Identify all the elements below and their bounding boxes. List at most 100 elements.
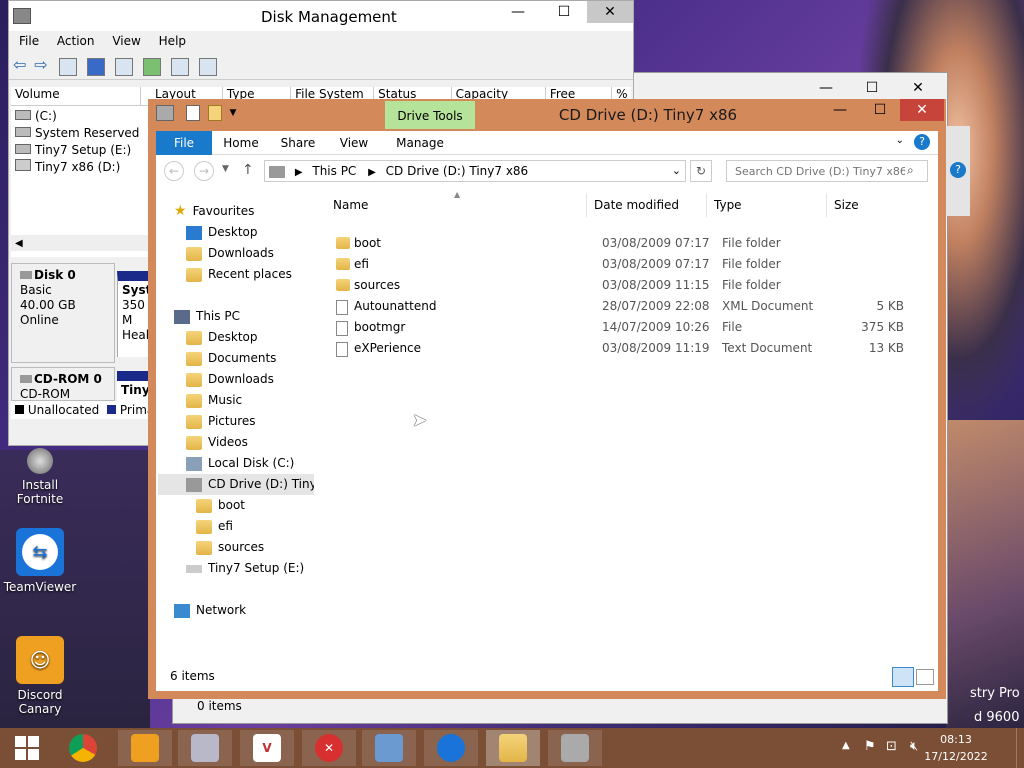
- tab-home[interactable]: Home: [212, 131, 270, 155]
- new-folder-icon[interactable]: [207, 105, 222, 121]
- taskbar-app-3[interactable]: [362, 730, 416, 766]
- taskbar-chrome[interactable]: [56, 730, 110, 766]
- breadcrumb-cd-drive[interactable]: CD Drive (D:) Tiny7 x86: [386, 164, 529, 178]
- file-row[interactable]: efi 03/08/2009 07:17 File folder: [332, 254, 912, 275]
- export-icon[interactable]: [198, 57, 217, 76]
- menu-view[interactable]: View: [112, 34, 140, 48]
- show-hidden-icons-icon[interactable]: ▲: [842, 740, 850, 751]
- drive-app-icon[interactable]: [156, 105, 174, 121]
- refresh-icon[interactable]: ↻: [690, 160, 712, 182]
- volume-row[interactable]: Tiny7 x86 (D:): [15, 159, 147, 176]
- back-icon[interactable]: ←: [164, 161, 184, 181]
- col-name[interactable]: Name: [333, 193, 368, 217]
- nav-cd-boot[interactable]: boot: [196, 495, 245, 516]
- tab-share[interactable]: Share: [270, 131, 326, 155]
- col-type[interactable]: Type: [714, 193, 742, 217]
- explorer-window[interactable]: ▼ Drive Tools CD Drive (D:) Tiny7 x86 — …: [148, 99, 946, 699]
- col-volume[interactable]: Volume: [11, 87, 141, 105]
- tab-view[interactable]: View: [326, 131, 382, 155]
- file-row[interactable]: eXPerience 03/08/2009 11:19 Text Document 1…: [332, 338, 912, 359]
- show-hide-tree-icon[interactable]: [59, 57, 78, 76]
- details-view-icon[interactable]: [892, 667, 914, 687]
- close-icon[interactable]: ✕: [900, 99, 944, 121]
- minimize-icon[interactable]: —: [803, 77, 849, 99]
- column-divider[interactable]: [826, 193, 827, 217]
- file-row[interactable]: bootmgr 14/07/2009 10:26 File 375 KB: [332, 317, 912, 338]
- nav-favourites[interactable]: ★ Favourites: [174, 201, 254, 222]
- up-icon[interactable]: ↑: [242, 162, 254, 178]
- column-divider[interactable]: [706, 193, 707, 217]
- volume-row[interactable]: Tiny7 Setup (E:): [15, 142, 147, 159]
- address-dropdown-icon[interactable]: ⌄: [672, 161, 681, 181]
- horizontal-scrollbar[interactable]: ◀: [11, 235, 151, 251]
- recent-locations-icon[interactable]: ▼: [222, 164, 229, 174]
- help-icon[interactable]: ?: [914, 134, 930, 150]
- nav-pc-documents[interactable]: Documents: [186, 348, 276, 369]
- tab-manage[interactable]: Manage: [385, 131, 455, 155]
- forward-icon[interactable]: →: [194, 161, 214, 181]
- file-row[interactable]: boot 03/08/2009 07:17 File folder: [332, 233, 912, 254]
- nav-cd-sources[interactable]: sources: [196, 537, 264, 558]
- settings-icon[interactable]: [170, 57, 189, 76]
- maximize-icon[interactable]: ☐: [849, 77, 895, 99]
- nav-local-disk-c[interactable]: Local Disk (C:): [186, 453, 294, 474]
- taskbar-discord[interactable]: [118, 730, 172, 766]
- customize-toolbar-icon[interactable]: ▼: [229, 108, 236, 118]
- help-book-icon[interactable]: [87, 57, 106, 76]
- action-center-flag-icon[interactable]: ⚑: [864, 739, 876, 754]
- nav-pc-videos[interactable]: Videos: [186, 432, 248, 453]
- nav-fav-desktop[interactable]: Desktop: [186, 222, 258, 243]
- network-icon[interactable]: ⊡: [886, 739, 897, 754]
- menu-help[interactable]: Help: [159, 34, 186, 48]
- forward-arrow-icon[interactable]: ⇨: [34, 55, 47, 74]
- nav-cd-drive-selected[interactable]: CD Drive (D:) Tiny7 x: [158, 474, 314, 495]
- nav-tiny7-setup[interactable]: Tiny7 Setup (E:): [186, 558, 304, 579]
- nav-fav-downloads[interactable]: Downloads: [186, 243, 274, 264]
- volume-row[interactable]: System Reserved: [15, 125, 147, 142]
- cdrom-0-info[interactable]: CD-ROM 0 CD-ROM: [11, 367, 115, 401]
- desktop-icon-teamviewer[interactable]: ⇆ TeamViewer: [0, 528, 80, 594]
- file-row[interactable]: sources 03/08/2009 11:15 File folder: [332, 275, 912, 296]
- nav-pc-music[interactable]: Music: [186, 390, 242, 411]
- column-divider[interactable]: [586, 193, 587, 217]
- tab-file[interactable]: File: [156, 131, 212, 155]
- taskbar-teamviewer[interactable]: [424, 730, 478, 766]
- maximize-icon[interactable]: ☐: [541, 1, 587, 23]
- clock-date[interactable]: 17/12/2022: [914, 750, 998, 763]
- properties-icon[interactable]: [185, 105, 200, 121]
- menu-action[interactable]: Action: [57, 34, 95, 48]
- clock-time[interactable]: 08:13: [936, 733, 976, 746]
- breadcrumb-this-pc[interactable]: This PC: [312, 164, 356, 178]
- col-size[interactable]: Size: [834, 193, 859, 217]
- properties-icon[interactable]: [115, 57, 134, 76]
- back-arrow-icon[interactable]: ⇦: [13, 55, 26, 74]
- nav-network[interactable]: Network: [174, 600, 246, 621]
- col-date-modified[interactable]: Date modified: [594, 193, 679, 217]
- expand-ribbon-icon[interactable]: ⌄: [896, 135, 904, 146]
- nav-pc-desktop[interactable]: Desktop: [186, 327, 258, 348]
- taskbar-disk-management[interactable]: [548, 730, 602, 766]
- nav-fav-recent-places[interactable]: Recent places: [186, 264, 292, 285]
- help-icon[interactable]: ?: [950, 162, 966, 178]
- search-input[interactable]: [726, 160, 928, 182]
- address-bar[interactable]: ▶ This PC ▶ CD Drive (D:) Tiny7 x86 ⌄: [264, 160, 686, 182]
- show-desktop-button[interactable]: [1016, 728, 1024, 768]
- taskbar-vnc[interactable]: V: [240, 730, 294, 766]
- disk-0-info[interactable]: Disk 0 Basic 40.00 GB Online: [11, 263, 115, 363]
- desktop-icon-discord-canary[interactable]: ☺ Discord Canary: [0, 636, 80, 716]
- nav-this-pc[interactable]: This PC: [174, 306, 240, 327]
- menu-file[interactable]: File: [19, 34, 39, 48]
- refresh-icon[interactable]: [142, 57, 161, 76]
- large-icons-view-icon[interactable]: [916, 669, 934, 685]
- desktop-icon-install-fortnite[interactable]: Install Fortnite: [0, 448, 80, 506]
- maximize-icon[interactable]: ☐: [860, 99, 900, 121]
- close-icon[interactable]: ✕: [587, 1, 633, 23]
- taskbar-app-1[interactable]: [178, 730, 232, 766]
- close-icon[interactable]: ✕: [895, 77, 941, 99]
- taskbar-file-explorer[interactable]: [486, 730, 540, 766]
- taskbar-app-2[interactable]: ✕: [302, 730, 356, 766]
- volume-row[interactable]: (C:): [15, 108, 147, 125]
- minimize-icon[interactable]: —: [820, 99, 860, 121]
- start-button[interactable]: [0, 730, 54, 766]
- nav-pc-downloads[interactable]: Downloads: [186, 369, 274, 390]
